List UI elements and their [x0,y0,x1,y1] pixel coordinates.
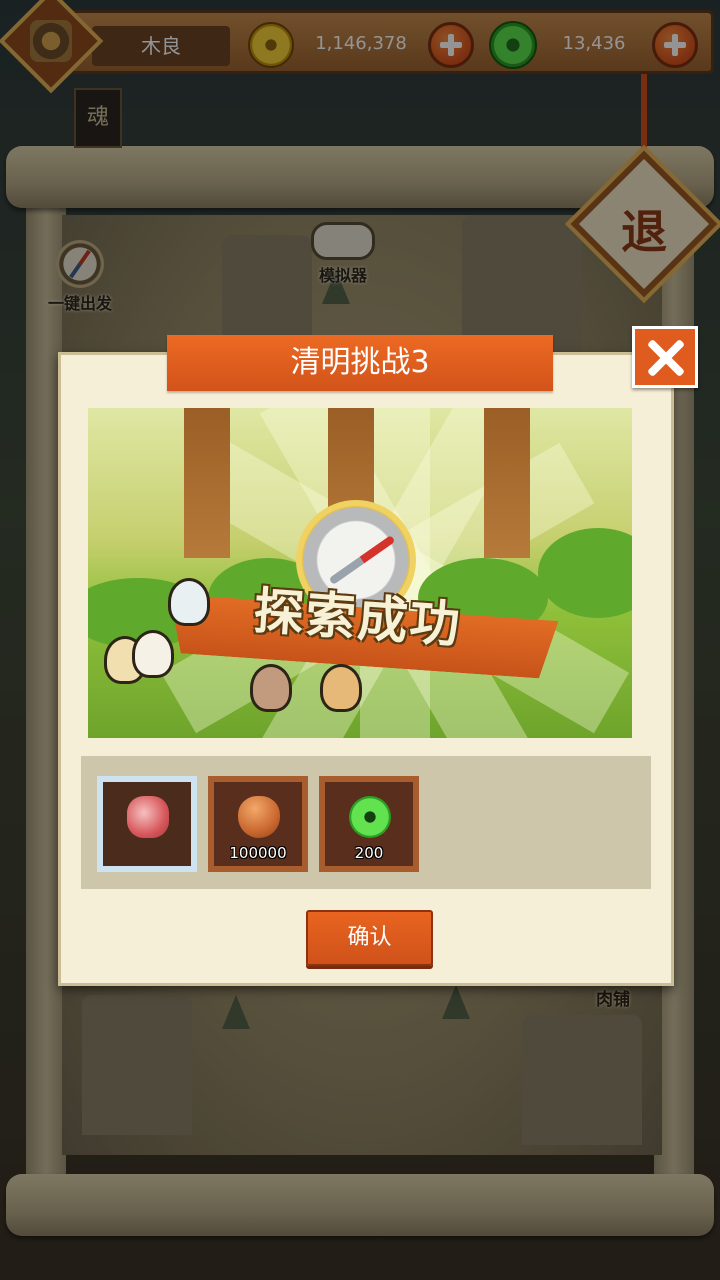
hero-character [168,578,210,626]
hero-character [250,664,292,712]
gold-bag-icon [238,796,280,838]
reward-quantity: 200 [354,844,384,862]
reward-slot-jade[interactable]: 200 [319,776,419,872]
reward-slot-meat[interactable] [97,776,197,872]
tree-trunk [484,408,530,558]
confirm-button[interactable]: 确认 [306,910,433,966]
close-button[interactable] [632,326,698,388]
exploration-scene: 探索成功 [88,408,632,738]
reward-slot-gold-bag[interactable]: 100000 [208,776,308,872]
reward-quantity: 100000 [229,844,287,862]
jade-icon [349,796,391,838]
hero-character [132,630,174,678]
hero-character [320,664,362,712]
meat-icon [127,796,169,838]
bush [538,528,632,618]
tree-trunk [184,408,230,558]
dialog-title: 清明挑战3 [290,345,430,380]
